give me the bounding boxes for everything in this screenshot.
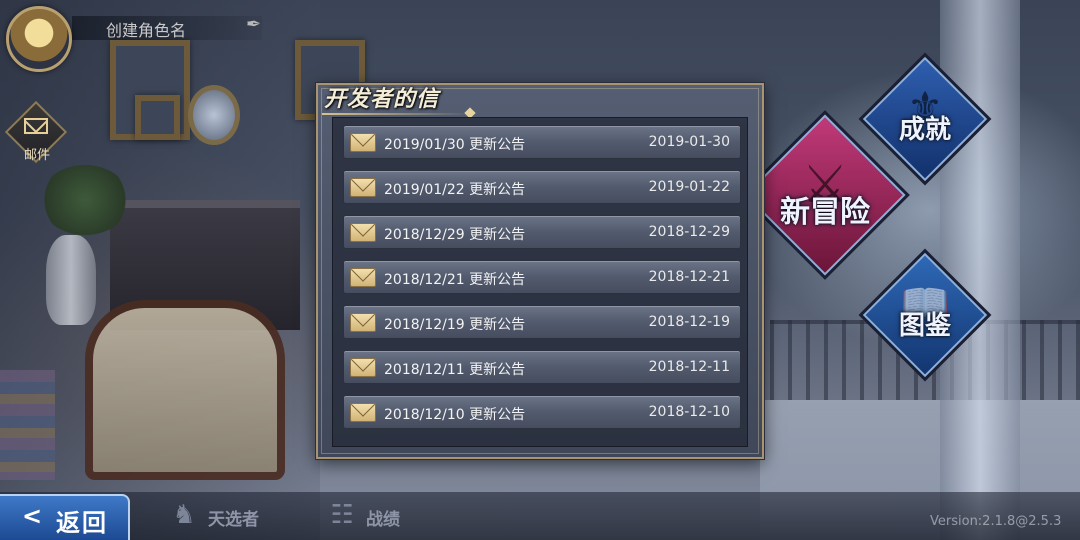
- back-label: 返回: [56, 508, 108, 537]
- vase: [46, 235, 96, 325]
- dialog-title: 开发者的信: [324, 86, 440, 112]
- letter-row[interactable]: 2018/12/10 更新公告 2018-12-10: [343, 395, 741, 429]
- letter-row[interactable]: 2018/12/21 更新公告 2018-12-21: [343, 260, 741, 294]
- letter-row[interactable]: 2018/12/29 更新公告 2018-12-29: [343, 215, 741, 249]
- letter-row[interactable]: 2019/01/22 更新公告 2019-01-22: [343, 170, 741, 204]
- envelope-icon: [350, 358, 376, 377]
- envelope-icon: [350, 223, 376, 242]
- envelope-icon: [350, 178, 376, 197]
- tab-chosen-one[interactable]: ♞ 天选者: [166, 500, 276, 532]
- gallery-button[interactable]: 📖 图鉴: [858, 248, 992, 382]
- letter-title: 2018/12/10 更新公告: [384, 407, 526, 423]
- envelope-icon: [24, 118, 48, 134]
- envelope-icon: [350, 403, 376, 422]
- calendar-icon: ☷: [330, 500, 354, 530]
- player-avatar[interactable]: [6, 6, 72, 72]
- tab-chosen-one-label: 天选者: [208, 510, 259, 530]
- letter-title: 2018/12/11 更新公告: [384, 362, 526, 378]
- letter-date: 2018-12-21: [648, 269, 730, 285]
- book-stack: [0, 370, 55, 480]
- back-button[interactable]: < 返回: [0, 494, 130, 540]
- letter-date: 2019-01-30: [648, 134, 730, 150]
- mail-label: 邮件: [24, 148, 51, 163]
- developer-letters-dialog: 开发者的信 2019/01/30 更新公告 2019-01-30 2019/01…: [316, 83, 764, 459]
- letter-title: 2019/01/22 更新公告: [384, 182, 526, 198]
- letters-list[interactable]: 2019/01/30 更新公告 2019-01-30 2019/01/22 更新…: [332, 117, 748, 447]
- gallery-label: 图鉴: [898, 311, 951, 341]
- tab-record[interactable]: ☷ 战绩: [324, 500, 414, 532]
- letter-date: 2019-01-22: [648, 179, 730, 195]
- bottom-bar: [0, 492, 1080, 540]
- version-label: Version:2.1.8@2.5.3: [930, 514, 1062, 529]
- letter-title: 2019/01/30 更新公告: [384, 137, 526, 153]
- character-name-label[interactable]: 创建角色名: [106, 17, 186, 41]
- mail-button[interactable]: 邮件: [4, 100, 68, 168]
- envelope-icon: [350, 313, 376, 332]
- letter-date: 2018-12-11: [648, 359, 730, 375]
- letter-title: 2018/12/21 更新公告: [384, 272, 526, 288]
- painting-frame: [135, 95, 180, 140]
- envelope-icon: [350, 268, 376, 287]
- letter-row[interactable]: 2018/12/11 更新公告 2018-12-11: [343, 350, 741, 384]
- title-underline: [322, 113, 472, 115]
- warrior-silhouette-icon: ♞: [172, 500, 196, 530]
- letter-title: 2018/12/29 更新公告: [384, 227, 526, 243]
- letter-date: 2018-12-29: [648, 224, 730, 240]
- tab-record-label: 战绩: [366, 510, 400, 530]
- potted-plant: [40, 165, 130, 235]
- letter-row[interactable]: 2018/12/19 更新公告 2018-12-19: [343, 305, 741, 339]
- letter-title: 2018/12/19 更新公告: [384, 317, 526, 333]
- new-adventure-label: 新冒险: [780, 195, 870, 230]
- letter-row[interactable]: 2019/01/30 更新公告 2019-01-30: [343, 125, 741, 159]
- round-mirror: [188, 85, 240, 145]
- new-adventure-button[interactable]: ⚔ 新冒险: [740, 110, 910, 280]
- letter-date: 2018-12-10: [648, 404, 730, 420]
- edit-name-icon[interactable]: ✒: [246, 14, 261, 35]
- back-arrow-icon: <: [22, 502, 43, 530]
- armchair: [85, 300, 285, 480]
- letter-date: 2018-12-19: [648, 314, 730, 330]
- envelope-icon: [350, 133, 376, 152]
